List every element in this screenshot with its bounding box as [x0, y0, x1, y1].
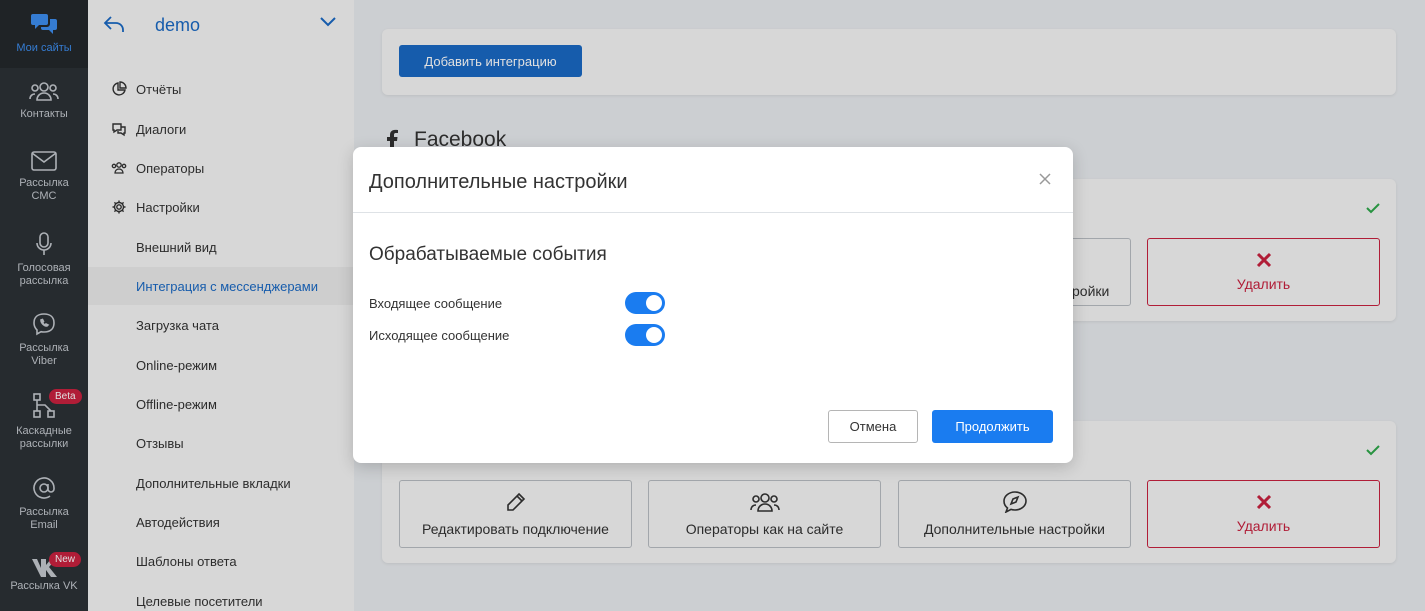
modal-title: Дополнительные настройки [369, 171, 628, 193]
cancel-button[interactable]: Отмена [828, 410, 918, 443]
incoming-message-toggle[interactable] [625, 292, 665, 314]
modal-body: Обрабатываемые события Входящее сообщени… [353, 213, 1073, 463]
events-section-title: Обрабатываемые события [369, 244, 607, 265]
modal-header: Дополнительные настройки [353, 147, 1073, 213]
close-icon[interactable] [1037, 171, 1053, 187]
outgoing-message-label: Исходящее сообщение [369, 327, 510, 343]
extra-settings-modal: Дополнительные настройки Обрабатываемые … [353, 147, 1073, 463]
continue-button[interactable]: Продолжить [932, 410, 1053, 443]
outgoing-message-toggle[interactable] [625, 324, 665, 346]
incoming-message-row: Входящее сообщение [369, 292, 669, 314]
incoming-message-label: Входящее сообщение [369, 295, 503, 311]
outgoing-message-row: Исходящее сообщение [369, 324, 669, 346]
